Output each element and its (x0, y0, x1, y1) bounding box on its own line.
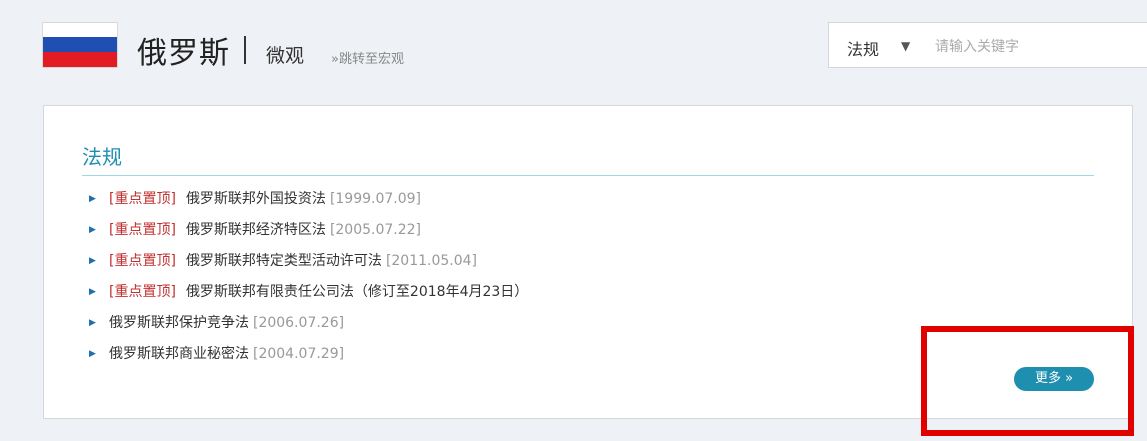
pinned-tag: [重点置顶] (109, 191, 176, 207)
triangle-bullet-icon: ▶ (89, 349, 96, 359)
view-label: 微观 (266, 45, 305, 67)
jump-to-macro-link[interactable]: »跳转至宏观 (331, 48, 404, 67)
title-divider (244, 36, 246, 64)
regulations-list: ▶ [重点置顶] 俄罗斯联邦外国投资法 [1999.07.09] ▶ [重点置顶] 俄… (89, 184, 532, 370)
regulation-link[interactable]: 俄罗斯联邦有限责任公司法（修订至2018年4月23日） (186, 284, 528, 300)
regulation-link[interactable]: 俄罗斯联邦特定类型活动许可法 (186, 253, 382, 269)
regulation-link[interactable]: 俄罗斯联邦外国投资法 (186, 191, 326, 207)
section-title: 法规 (82, 145, 122, 169)
list-item: ▶ 俄罗斯联邦保护竞争法 [2006.07.26] (89, 308, 532, 339)
triangle-bullet-icon: ▶ (89, 225, 96, 235)
regulation-date: [2011.05.04] (385, 253, 478, 269)
regulation-link[interactable]: 俄罗斯联邦保护竞争法 (109, 315, 249, 331)
regulation-date: [2004.07.29] (253, 346, 345, 362)
triangle-bullet-icon: ▶ (89, 287, 96, 297)
list-item: ▶ [重点置顶] 俄罗斯联邦有限责任公司法（修订至2018年4月23日） (89, 277, 532, 308)
triangle-bullet-icon: ▶ (89, 256, 96, 266)
regulations-card: 法规 ▶ [重点置顶] 俄罗斯联邦外国投资法 [1999.07.09] ▶ [重点置… (43, 105, 1133, 419)
list-item: ▶ [重点置顶] 俄罗斯联邦特定类型活动许可法 [2011.05.04] (89, 246, 532, 277)
triangle-bullet-icon: ▶ (89, 194, 96, 204)
russia-flag-icon (42, 22, 118, 68)
triangle-bullet-icon: ▶ (89, 318, 96, 328)
regulation-link[interactable]: 俄罗斯联邦经济特区法 (186, 222, 326, 238)
list-item: ▶ [重点置顶] 俄罗斯联邦经济特区法 [2005.07.22] (89, 215, 532, 246)
regulation-date: [1999.07.09] (329, 191, 422, 207)
pinned-tag: [重点置顶] (109, 284, 176, 300)
search-bar: 法规 ▼ (828, 22, 1147, 68)
search-category-select[interactable]: 法规 (847, 36, 879, 60)
more-button[interactable]: 更多 » (1014, 367, 1094, 391)
pinned-tag: [重点置顶] (109, 253, 176, 269)
regulation-date: [2005.07.22] (329, 222, 422, 238)
pinned-tag: [重点置顶] (109, 222, 176, 238)
list-item: ▶ 俄罗斯联邦商业秘密法 [2004.07.29] (89, 339, 532, 370)
section-divider (82, 175, 1094, 176)
search-input[interactable] (933, 35, 1137, 59)
caret-down-icon[interactable]: ▼ (901, 39, 910, 53)
regulation-link[interactable]: 俄罗斯联邦商业秘密法 (109, 346, 249, 362)
country-title: 俄罗斯 (137, 36, 230, 71)
regulation-date: [2006.07.26] (253, 315, 345, 331)
list-item: ▶ [重点置顶] 俄罗斯联邦外国投资法 [1999.07.09] (89, 184, 532, 215)
